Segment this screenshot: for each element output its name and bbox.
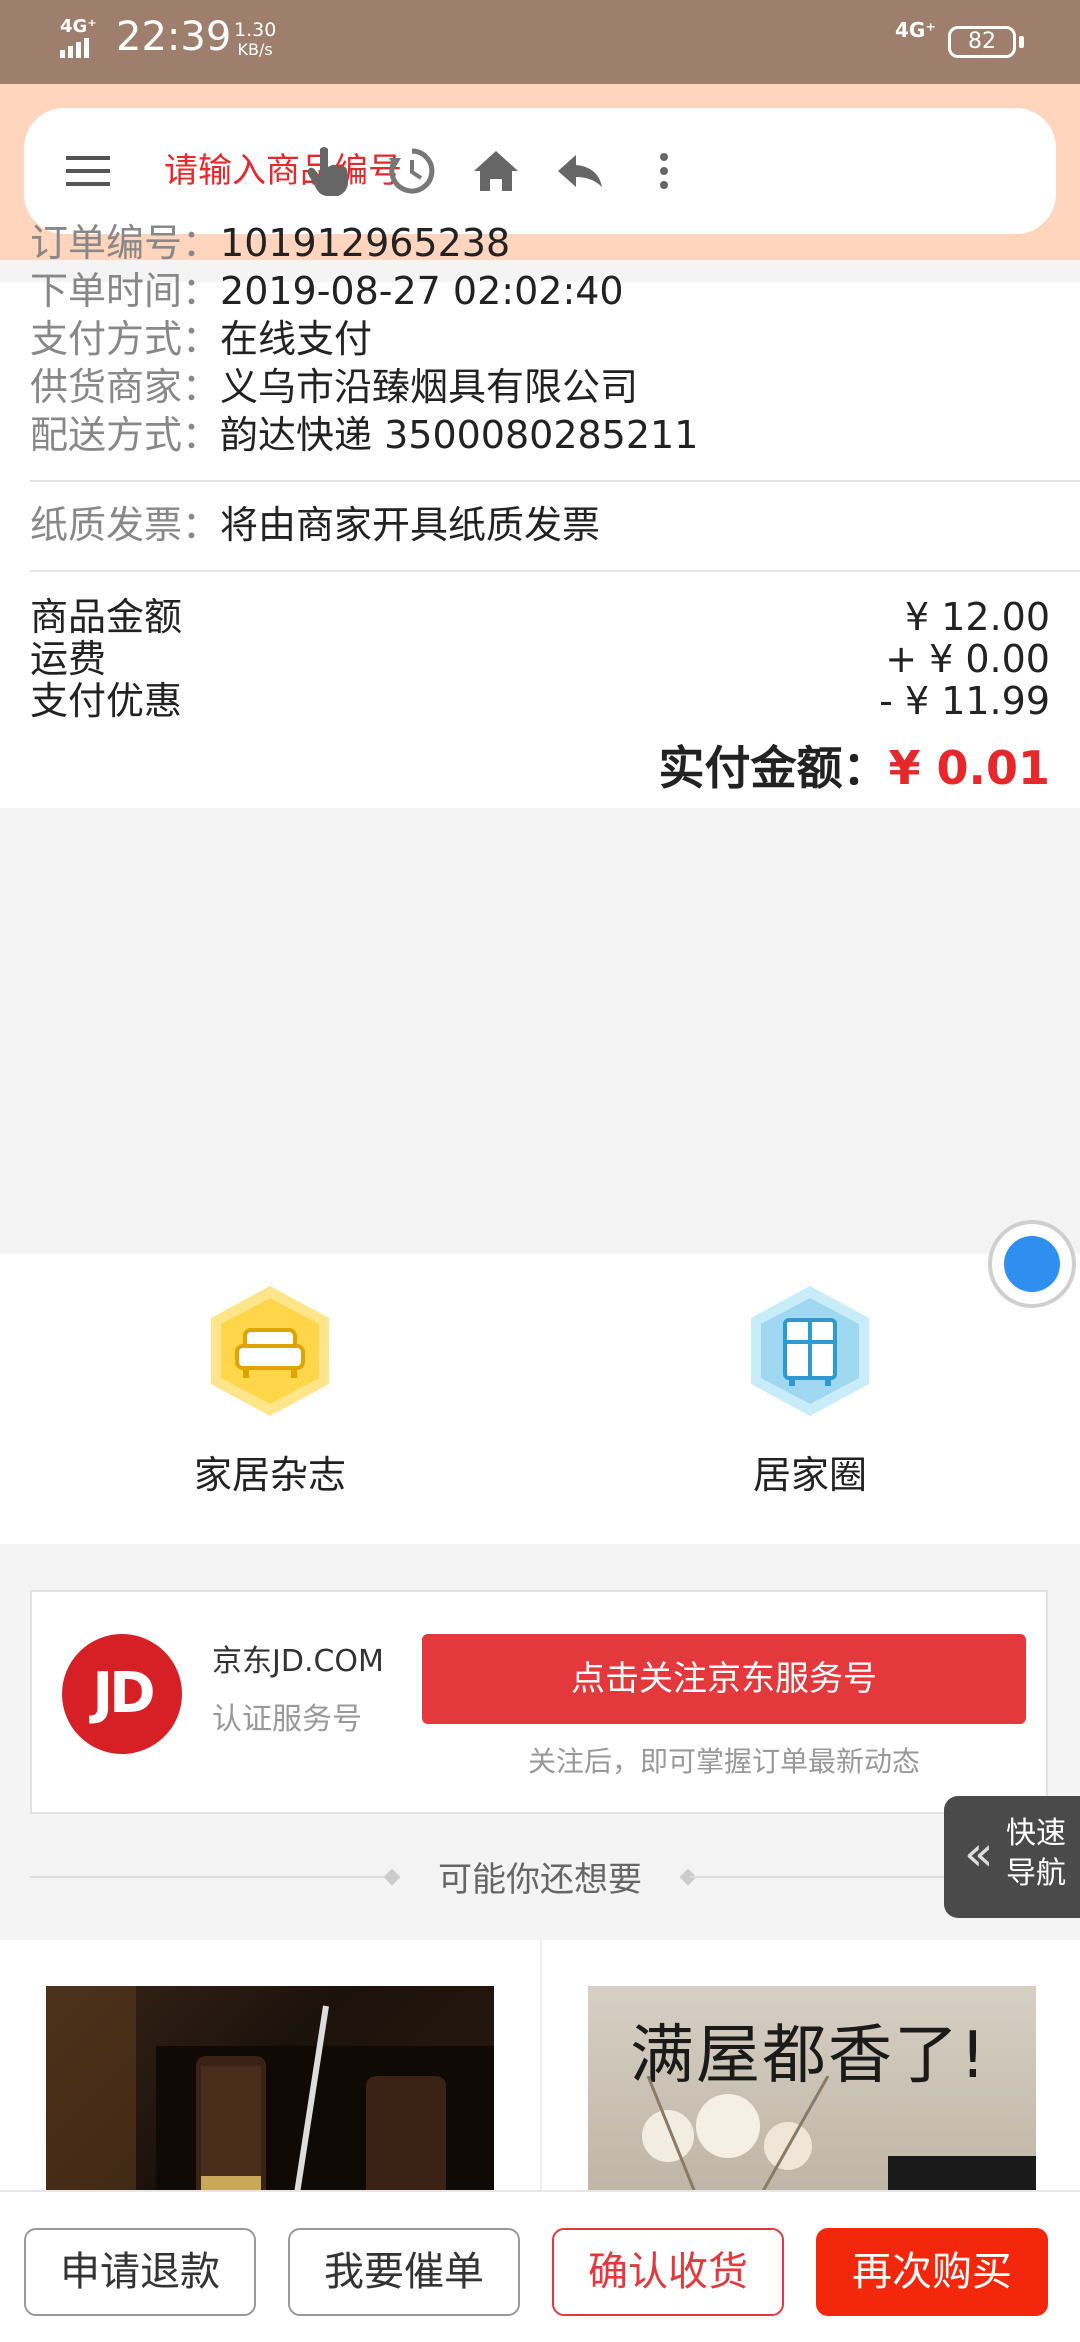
home-magazine-link[interactable]: 家居杂志	[120, 1284, 420, 1524]
camera-icon	[1004, 1236, 1060, 1292]
battery-tip	[1019, 36, 1024, 48]
amount-label: 支付优惠	[30, 679, 183, 723]
clock: 22:39	[116, 14, 232, 60]
home-icon[interactable]	[456, 108, 536, 234]
order-number: 101912965238	[220, 221, 511, 265]
menu-icon[interactable]	[48, 108, 128, 234]
home-links-section: 家居杂志 居家圈	[0, 1254, 1080, 1544]
urge-order-button[interactable]: 我要催单	[288, 2228, 520, 2316]
battery-indicator: 82	[948, 26, 1016, 58]
quick-nav-button[interactable]: « 快速 导航	[944, 1796, 1080, 1918]
divider	[30, 480, 1080, 482]
row-label: 供货商家：	[30, 365, 221, 409]
follow-tip: 关注后，即可掌握订单最新动态	[527, 1745, 920, 1778]
row-label: 配送方式：	[30, 413, 221, 457]
discount-row: 支付优惠 - ¥ 11.99	[30, 676, 1050, 726]
order-time-row: 下单时间：2019-08-27 02:02:40	[30, 266, 624, 316]
flower-image	[642, 2076, 1036, 2200]
signal-icon	[60, 38, 89, 58]
follow-jd-button[interactable]: 点击关注京东服务号	[422, 1634, 1026, 1724]
delivery-row: 配送方式：韵达快递 3500080285211	[30, 410, 698, 460]
product-image-aroma[interactable]: 满屋都香了!	[588, 1986, 1036, 2200]
jd-logo: JD	[62, 1634, 182, 1754]
order-number-row: 订单编号：101912965238	[30, 218, 510, 268]
jd-account-name: 京东JD.COM	[212, 1644, 384, 1679]
order-info-card: 订单编号：101912965238 下单时间：2019-08-27 02:02:…	[0, 221, 1080, 808]
payment-method: 在线支付	[220, 317, 373, 361]
refund-button[interactable]: 申请退款	[24, 2228, 256, 2316]
cabinet-icon	[751, 1286, 869, 1416]
status-bar: 4G⁺ 22:39 1.30 KB/s 4G⁺ 82	[0, 0, 1080, 84]
watch-strap-image	[46, 1986, 494, 2200]
order-time: 2019-08-27 02:02:40	[220, 269, 624, 313]
row-label: 纸质发票：	[30, 503, 221, 547]
more-icon[interactable]	[624, 108, 704, 234]
home-circle-link[interactable]: 居家圈	[660, 1284, 960, 1524]
top-nav-bar: 请输入商品编号	[24, 108, 1056, 234]
home-circle-label: 居家圈	[752, 1453, 867, 1497]
hand-pointer-icon[interactable]	[288, 108, 368, 234]
divider	[30, 1876, 390, 1878]
quick-nav-label: 快速 导航	[1006, 1816, 1066, 1891]
discount-amount: - ¥ 11.99	[879, 679, 1050, 723]
supplier-name[interactable]: 义乌市沿臻烟具有限公司	[220, 365, 638, 409]
invoice-info: 将由商家开具纸质发票	[220, 503, 601, 547]
delivery-info[interactable]: 韵达快递 3500080285211	[220, 413, 698, 457]
double-chevron-left-icon: «	[964, 1826, 994, 1882]
network-indicator-left: 4G⁺	[60, 18, 97, 62]
invoice-row: 纸质发票：将由商家开具纸质发票	[30, 500, 600, 550]
jd-account-subtitle: 认证服务号	[212, 1702, 362, 1737]
home-magazine-label: 家居杂志	[193, 1453, 346, 1497]
floating-camera-button[interactable]	[988, 1220, 1076, 1308]
row-label: 支付方式：	[30, 317, 221, 361]
network-indicator-right: 4G⁺	[895, 18, 936, 42]
recommend-title: 可能你还想要	[438, 1860, 642, 1900]
history-icon[interactable]	[372, 108, 452, 234]
network-speed: 1.30 KB/s	[234, 19, 277, 59]
row-label: 下单时间：	[30, 269, 221, 313]
supplier-row: 供货商家：义乌市沿臻烟具有限公司	[30, 362, 638, 412]
jd-service-card: JD 京东JD.COM 认证服务号 点击关注京东服务号 关注后，即可掌握订单最新…	[30, 1590, 1048, 1814]
product-image-watch-strap[interactable]	[46, 1986, 494, 2200]
total-label: 实付金额：	[658, 741, 889, 795]
bottom-action-bar: 申请退款 我要催单 确认收货 再次购买	[0, 2190, 1080, 2342]
amount-label: 运费	[30, 637, 107, 681]
sofa-icon	[211, 1286, 329, 1416]
amount-label: 商品金额	[30, 595, 183, 639]
total-price: ¥ 0.01	[888, 741, 1050, 795]
reply-icon[interactable]	[540, 108, 620, 234]
confirm-receipt-button[interactable]: 确认收货	[552, 2228, 784, 2316]
buy-again-button[interactable]: 再次购买	[816, 2228, 1048, 2316]
divider	[30, 570, 1080, 572]
row-label: 订单编号：	[30, 221, 221, 265]
payment-method-row: 支付方式：在线支付	[30, 314, 372, 364]
divider	[540, 1940, 542, 2200]
total-paid: 实付金额：¥ 0.01	[658, 732, 1050, 798]
